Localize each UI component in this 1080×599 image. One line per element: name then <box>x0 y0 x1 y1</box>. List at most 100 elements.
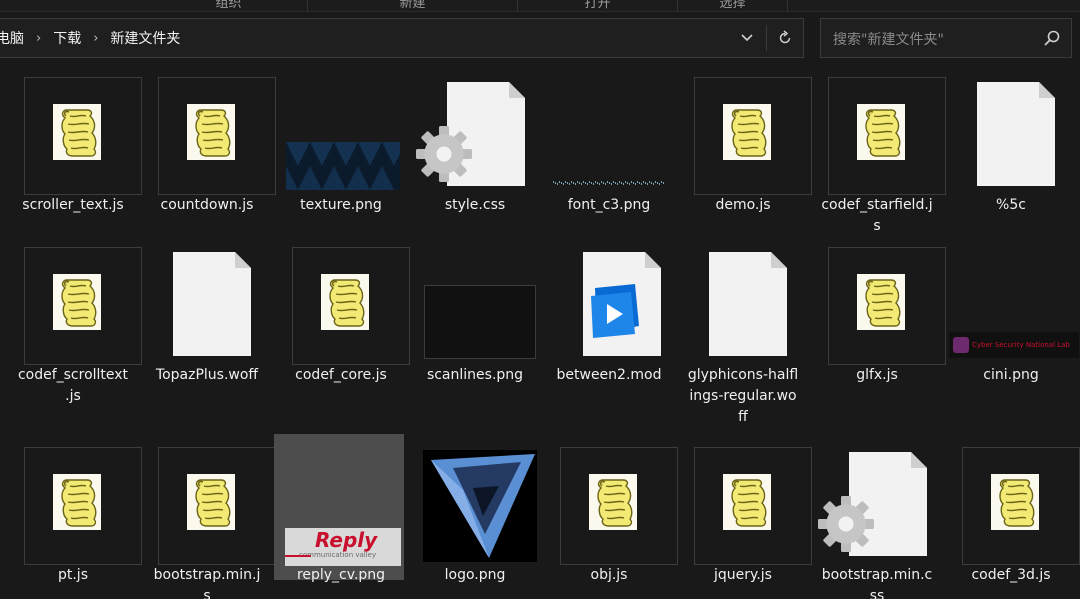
file-thumbnail: Reply communication valley <box>279 446 401 566</box>
refresh-button[interactable] <box>768 19 802 57</box>
file-thumbnail <box>413 246 536 364</box>
chevron-right-icon[interactable]: › <box>36 31 41 46</box>
file-name: %5c <box>996 197 1026 213</box>
file-item[interactable]: glyphicons-halfl ings-regular.wo ff <box>676 234 806 425</box>
file-thumbnail <box>547 76 667 194</box>
gear-icon <box>818 496 874 552</box>
script-file-icon <box>723 474 771 530</box>
file-item[interactable]: codef_3d.js <box>944 434 1080 599</box>
file-item[interactable]: obj.js <box>542 434 678 599</box>
breadcrumb: 电脑 › 下载 › 新建文件夹 <box>0 19 180 57</box>
search-box[interactable]: 搜索"新建文件夹" <box>820 18 1072 58</box>
logo-underline <box>285 555 311 557</box>
file-item[interactable]: codef_scrolltext .js <box>6 234 142 404</box>
file-thumbnail <box>949 446 1080 565</box>
file-name: glfx.js <box>856 367 898 383</box>
file-item[interactable]: demo.js <box>676 64 812 234</box>
ribbon-group-open[interactable]: 打开 <box>518 0 678 11</box>
file-item[interactable]: Cyber Security National Lab cini.png <box>944 234 1079 404</box>
script-file-icon <box>187 474 235 530</box>
file-item[interactable]: pt.js <box>6 434 142 599</box>
file-thumbnail <box>815 246 946 365</box>
file-grid: scroller_text.js countdown.js texture.pn… <box>0 64 1080 599</box>
lab-logo-icon <box>953 337 969 353</box>
refresh-icon <box>779 30 791 44</box>
gear-icon <box>416 126 472 182</box>
file-name: bootstrap.min.j s <box>153 567 261 599</box>
file-thumbnail <box>11 76 142 195</box>
file-name: between2.mod <box>556 367 662 383</box>
file-item[interactable]: Reply communication valley reply_cv.png <box>274 434 404 583</box>
file-item[interactable]: TopazPlus.woff <box>140 234 270 404</box>
file-item[interactable]: bootstrap.min.j s <box>140 434 276 599</box>
file-item[interactable]: scanlines.png <box>408 234 538 404</box>
ribbon-group-new[interactable]: 新建 <box>308 0 518 11</box>
script-file-icon <box>723 104 771 160</box>
file-item[interactable]: logo.png <box>408 434 538 599</box>
file-name: texture.png <box>300 197 382 213</box>
file-item[interactable]: jquery.js <box>676 434 812 599</box>
file-thumbnail <box>681 76 812 195</box>
file-thumbnail <box>145 246 265 364</box>
file-name: scanlines.png <box>426 367 524 383</box>
file-thumbnail: Cyber Security National Lab <box>949 246 1079 364</box>
file-name: reply_cv.png <box>296 567 386 583</box>
file-thumbnail <box>145 76 276 195</box>
script-file-icon <box>857 274 905 330</box>
file-name: font_c3.png <box>567 197 651 213</box>
script-file-icon <box>53 274 101 330</box>
file-name: codef_core.js <box>295 367 387 383</box>
search-icon[interactable] <box>1043 29 1061 47</box>
address-bar[interactable]: 电脑 › 下载 › 新建文件夹 <box>0 18 804 58</box>
file-item[interactable]: %5c <box>944 64 1074 234</box>
file-thumbnail <box>413 446 537 564</box>
file-thumbnail <box>413 76 533 194</box>
ribbon-group-organize[interactable]: 组织 <box>150 0 308 11</box>
file-item[interactable]: bootstrap.min.c ss <box>810 434 940 599</box>
file-name: jquery.js <box>714 567 772 583</box>
address-history-dropdown[interactable] <box>730 19 764 57</box>
file-name: codef_scrolltext .js <box>17 367 129 404</box>
divider <box>766 25 767 51</box>
file-name: codef_3d.js <box>971 567 1051 583</box>
ribbon-group-label: 选择 <box>719 0 746 11</box>
file-name: demo.js <box>715 197 771 213</box>
breadcrumb-item-downloads[interactable]: 下载 <box>53 28 81 48</box>
file-thumbnail <box>145 446 276 565</box>
texture-thumbnail <box>286 142 400 190</box>
file-item[interactable]: glfx.js <box>810 234 946 404</box>
script-file-icon <box>857 104 905 160</box>
breadcrumb-item-new-folder[interactable]: 新建文件夹 <box>110 28 180 48</box>
scanlines-thumbnail <box>424 285 536 359</box>
ribbon-group-label: 打开 <box>584 0 611 11</box>
file-name: bootstrap.min.c ss <box>821 567 933 599</box>
file-thumbnail <box>547 246 667 364</box>
file-item[interactable]: texture.png <box>274 64 404 234</box>
file-thumbnail <box>815 446 935 564</box>
script-file-icon <box>187 104 235 160</box>
file-item[interactable]: codef_core.js <box>274 234 410 404</box>
file-name: glyphicons-halfl ings-regular.wo ff <box>687 367 799 425</box>
breadcrumb-item-computer[interactable]: 电脑 <box>0 28 24 48</box>
cini-logo-thumbnail: Cyber Security National Lab <box>949 332 1079 358</box>
chevron-right-icon[interactable]: › <box>93 31 98 46</box>
file-name: style.css <box>444 197 506 213</box>
ribbon-group-label: 新建 <box>399 0 426 11</box>
script-file-icon <box>991 474 1039 530</box>
file-item[interactable]: font_c3.png <box>542 64 672 234</box>
file-name: obj.js <box>590 567 628 583</box>
ribbon-group-label: 组织 <box>215 0 242 11</box>
file-item[interactable]: scroller_text.js <box>6 64 142 234</box>
file-item[interactable]: style.css <box>408 64 538 234</box>
file-item[interactable]: countdown.js <box>140 64 276 234</box>
file-thumbnail <box>279 76 400 194</box>
thumbnail-caption: Reply <box>315 528 378 552</box>
ribbon-group-select[interactable]: 选择 <box>678 0 788 11</box>
file-item[interactable]: between2.mod <box>542 234 672 404</box>
file-item[interactable]: codef_starfield.j s <box>810 64 946 234</box>
search-input[interactable]: 搜索"新建文件夹" <box>833 29 944 49</box>
ribbon-strip: 组织 新建 打开 选择 <box>0 0 1080 12</box>
file-thumbnail <box>11 246 142 365</box>
document-file-icon <box>173 252 251 356</box>
script-file-icon <box>53 104 101 160</box>
